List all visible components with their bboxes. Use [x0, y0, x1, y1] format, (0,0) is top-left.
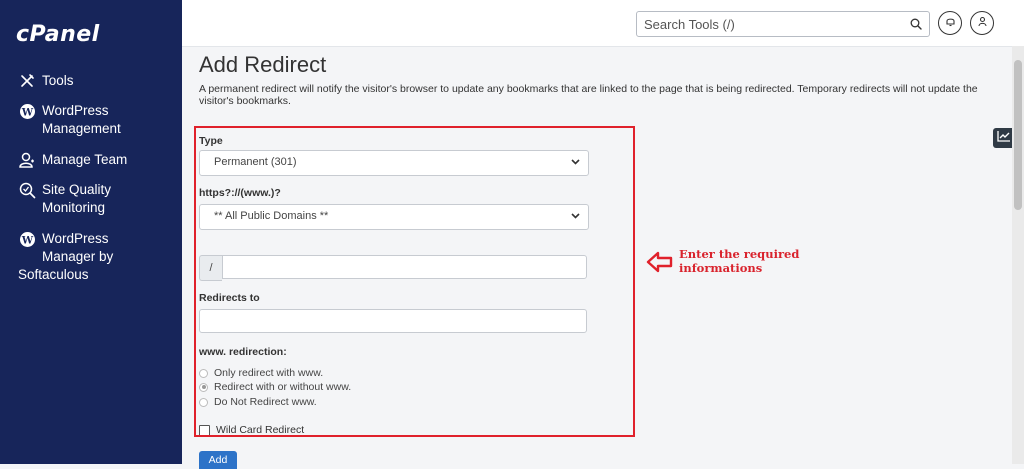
- user-menu-button[interactable]: [970, 11, 994, 35]
- sidebar-item-label: Management: [42, 121, 121, 136]
- sidebar-item-label: WordPress: [42, 103, 109, 118]
- add-button[interactable]: Add: [199, 451, 237, 469]
- chart-line-icon: [997, 129, 1011, 147]
- sidebar-item-label: Manager by: [42, 249, 114, 264]
- user-icon: [977, 14, 988, 32]
- scrollbar[interactable]: [1012, 46, 1024, 464]
- cpanel-logo[interactable]: cPanel: [16, 22, 100, 47]
- search-box: [636, 11, 930, 37]
- sidebar-item-label: Monitoring: [42, 200, 106, 215]
- page-description: A permanent redirect will notify the vis…: [199, 83, 978, 107]
- bell-icon: [945, 14, 956, 32]
- main-content: Add Redirect A permanent redirect will n…: [182, 46, 1010, 469]
- notifications-button[interactable]: [938, 11, 962, 35]
- site-quality-icon: [18, 181, 36, 199]
- sidebar-item-label: WordPress: [42, 231, 109, 246]
- search-input[interactable]: [637, 12, 894, 36]
- manage-team-icon: [18, 151, 36, 169]
- top-bar: [182, 0, 1024, 47]
- wordpress-icon: W: [18, 102, 36, 120]
- sidebar-item-label: Site Quality: [42, 182, 112, 197]
- sidebar: cPanel Tools W WordPress Management Mana…: [0, 0, 182, 464]
- annotation-text: Enter the required informations: [679, 247, 800, 275]
- svg-text:W: W: [20, 235, 33, 246]
- search-icon[interactable]: [907, 15, 925, 33]
- sidebar-item-label: Tools: [42, 73, 74, 88]
- sidebar-item-label: Softaculous: [18, 267, 89, 282]
- arrow-left-icon: [646, 250, 674, 279]
- page-title: Add Redirect: [199, 52, 327, 77]
- tools-icon: [18, 72, 36, 90]
- svg-text:W: W: [20, 107, 33, 118]
- scrollbar-thumb[interactable]: [1014, 60, 1022, 210]
- wordpress-icon: W: [18, 230, 36, 248]
- annotation-highlight-box: [194, 126, 635, 437]
- sidebar-item-label: Manage Team: [42, 152, 128, 167]
